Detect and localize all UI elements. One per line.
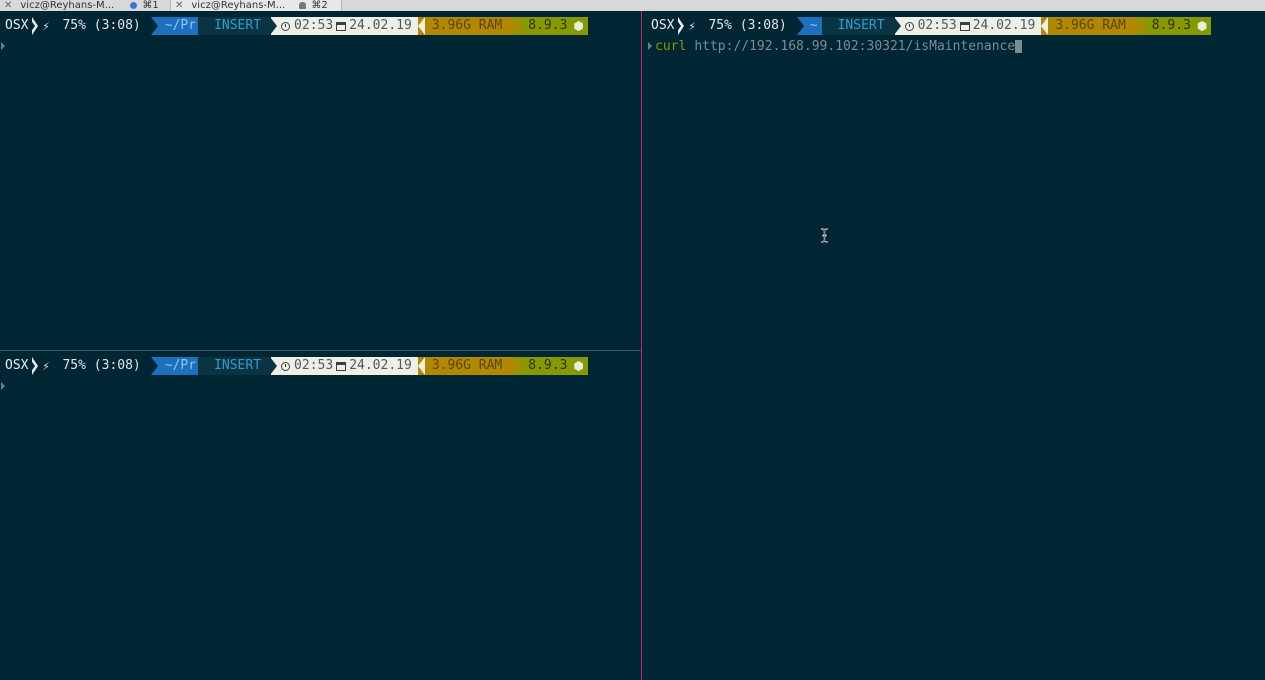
ram-usage: 3.96G RAM (417, 357, 515, 375)
datetime-segment: 02:53 24.02.19 (270, 17, 418, 35)
node-version: 8.9.3 (528, 18, 568, 33)
command-argument: http://192.168.99.102:30321/isMaintenanc… (694, 38, 1016, 54)
ram-usage: 3.96G RAM (417, 17, 515, 35)
separator-icon (676, 17, 685, 35)
terminal-pane-top-left[interactable]: OSX ⚡ 75% (3:08) ~/Pr INSERT 02:53 24.02… (0, 11, 641, 350)
prompt-line[interactable] (1, 39, 8, 53)
terminal-pane-right[interactable]: OSX ⚡ 75% (3:08) ~ INSERT 02:53 24.02.19… (642, 11, 1265, 680)
clock-icon (281, 21, 291, 31)
battery-status: 75% (3:08) (62, 358, 141, 373)
clock-icon (281, 361, 291, 371)
date-value: 24.02.19 (349, 18, 412, 33)
status-line: OSX ⚡ 75% (3:08) ~/Pr INSERT 02:53 24.02… (0, 17, 588, 35)
battery-status: 75% (3:08) (62, 18, 141, 33)
calendar-icon (959, 21, 970, 31)
tab-title: vicz@Reyhans-M... (20, 0, 115, 11)
tab-bar: ✕ vicz@Reyhans-M... ⌘1 ✕ vicz@Reyhans-M.… (0, 0, 1265, 11)
bell-icon (299, 2, 307, 9)
node-hexagon-icon: ⬢ (1196, 19, 1208, 33)
node-hexagon-icon: ⬢ (573, 19, 584, 33)
node-version: 8.9.3 (1151, 18, 1191, 33)
calendar-icon (336, 361, 347, 371)
datetime-segment: 02:53 24.02.19 (893, 17, 1042, 35)
separator-icon (30, 17, 39, 35)
plug-icon: ⚡ (42, 359, 50, 373)
status-line: OSX ⚡ 75% (3:08) ~ INSERT 02:53 24.02.19… (646, 17, 1212, 35)
os-label: OSX (651, 18, 675, 33)
prompt-line[interactable]: curl http://192.168.99.102:30321/isMaint… (648, 38, 1023, 54)
node-segment: 8.9.3 ⬢ (1137, 17, 1212, 35)
prompt-caret-icon (1, 382, 5, 390)
node-segment: 8.9.3 ⬢ (514, 357, 588, 375)
date-value: 24.02.19 (972, 18, 1036, 33)
node-segment: 8.9.3 ⬢ (514, 17, 588, 35)
vi-mode: INSERT (198, 357, 272, 375)
text-cursor (1015, 39, 1023, 53)
time-value: 02:53 (294, 18, 334, 33)
separator-icon (30, 357, 39, 375)
ram-usage: 3.96G RAM (1041, 17, 1138, 35)
prompt-line[interactable] (1, 379, 8, 393)
command-name: curl (655, 38, 687, 54)
time-value: 02:53 (917, 18, 957, 33)
tab-2[interactable]: ✕ vicz@Reyhans-M... ⌘2 (171, 0, 342, 11)
prompt-caret-icon (648, 42, 652, 50)
ibeam-cursor-icon (820, 228, 829, 243)
plug-icon: ⚡ (688, 19, 696, 33)
clock-icon (904, 21, 914, 31)
os-label: OSX (5, 358, 29, 373)
activity-dot-icon (130, 2, 138, 9)
status-line: OSX ⚡ 75% (3:08) ~/Pr INSERT 02:53 24.02… (0, 357, 588, 375)
close-icon[interactable]: ✕ (4, 0, 12, 11)
prompt-caret-icon (1, 42, 5, 50)
node-version: 8.9.3 (528, 358, 568, 373)
tab-title: vicz@Reyhans-M... (191, 0, 286, 11)
date-value: 24.02.19 (349, 358, 412, 373)
node-hexagon-icon: ⬢ (573, 359, 584, 373)
vi-mode: INSERT (821, 17, 895, 35)
battery-status: 75% (3:08) (708, 18, 787, 33)
time-value: 02:53 (294, 358, 334, 373)
calendar-icon (336, 21, 347, 31)
current-path: ~/Pr (150, 17, 199, 35)
tab-shortcut: ⌘2 (311, 0, 328, 11)
tab-shortcut: ⌘1 (142, 0, 159, 11)
plug-icon: ⚡ (42, 19, 50, 33)
vi-mode: INSERT (198, 17, 272, 35)
current-path: ~ (796, 17, 822, 35)
os-label: OSX (5, 18, 29, 33)
close-icon[interactable]: ✕ (175, 0, 183, 11)
tab-1[interactable]: ✕ vicz@Reyhans-M... ⌘1 (0, 0, 171, 11)
terminal-pane-bottom-left[interactable]: OSX ⚡ 75% (3:08) ~/Pr INSERT 02:53 24.02… (0, 351, 641, 680)
datetime-segment: 02:53 24.02.19 (270, 357, 418, 375)
current-path: ~/Pr (150, 357, 199, 375)
